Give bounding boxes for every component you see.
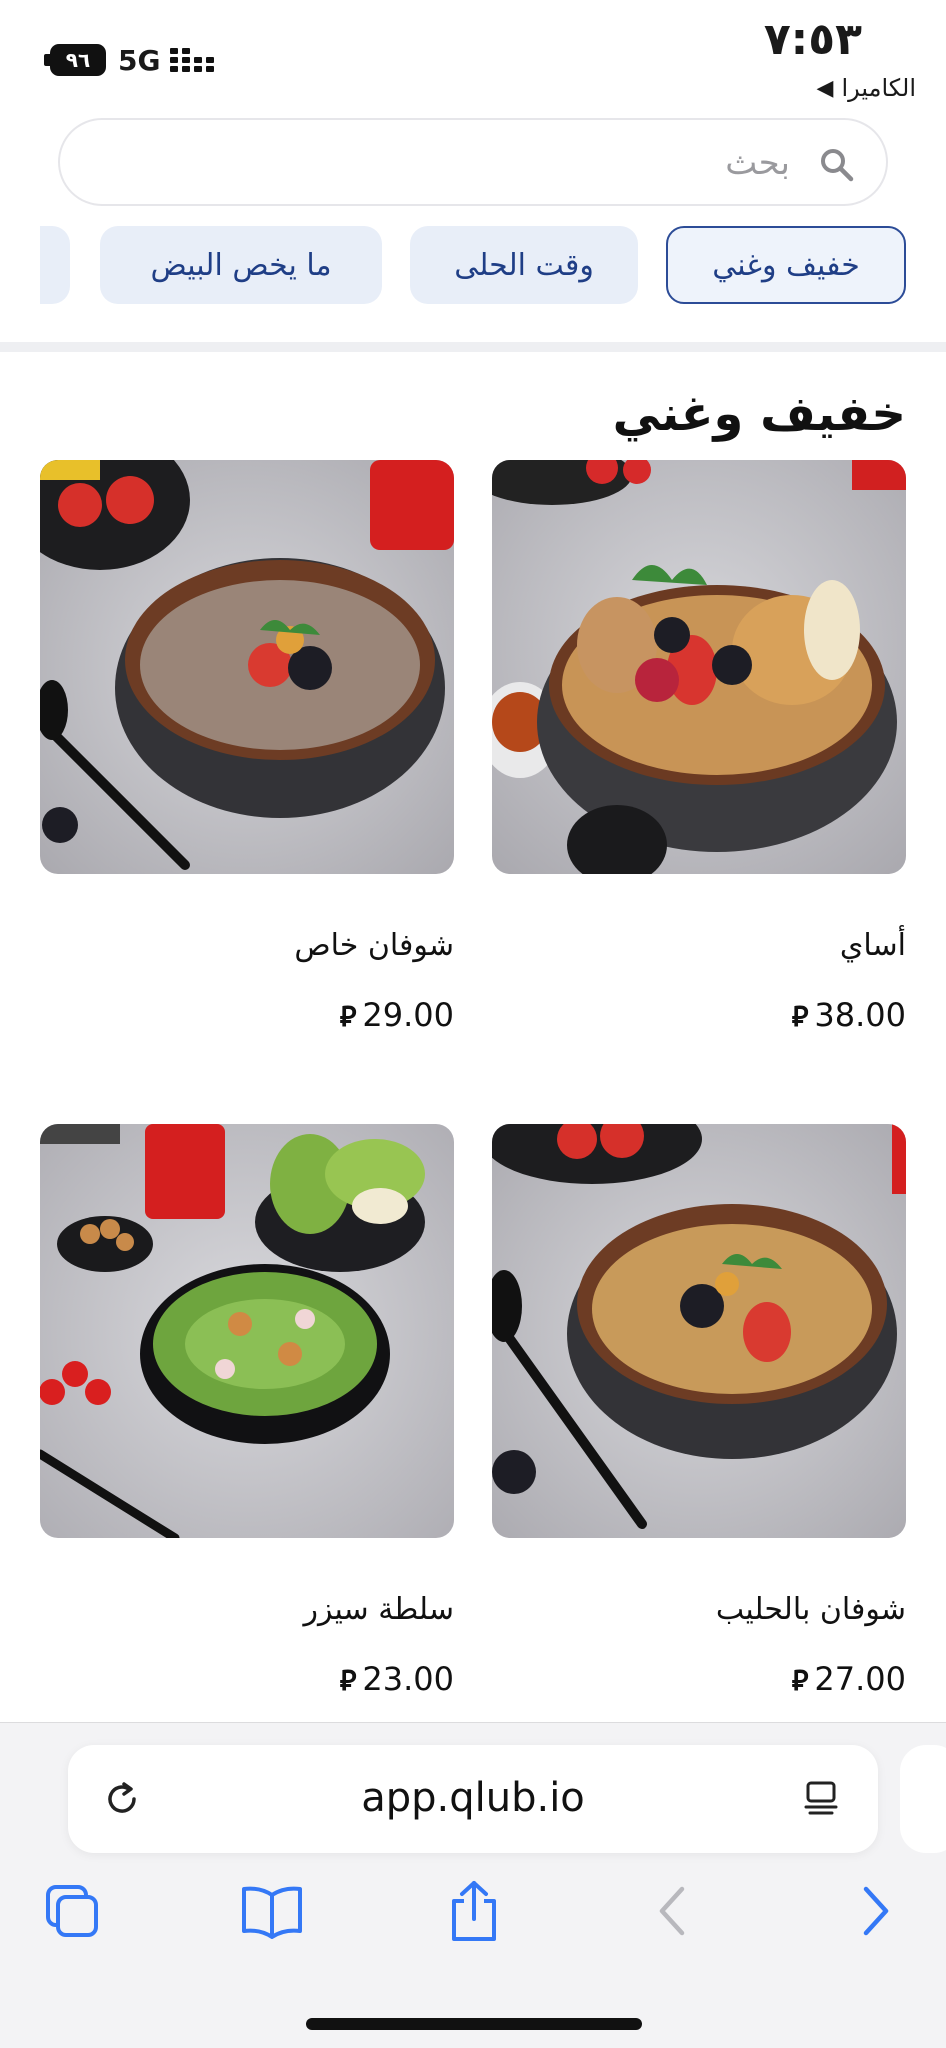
caesar-salad-bowl-image [40,1124,454,1538]
search-bar [58,118,888,206]
category-chips: خفيف وغني وقت الحلى ما يخص البيض [0,226,946,304]
address-bar[interactable]: app.qlub.io [68,1745,878,1853]
product-price: ⃁ 29.00 [340,996,454,1034]
share-button[interactable] [442,1879,506,1943]
riyal-icon: ⃁ [339,999,357,1033]
product-price: ⃁ 23.00 [340,1660,454,1698]
tabs-icon [46,1885,98,1937]
forward-icon [863,1886,889,1936]
product-price-value: 27.00 [814,1660,906,1698]
product-name: سلطة سيزر [303,1592,454,1627]
status-bar: ٧:٥٣ ◀ الكاميرا ٩٦ 5G [0,0,946,112]
riyal-icon: ⃁ [791,1663,809,1697]
forward-button[interactable] [844,1879,908,1943]
category-chip-overflow[interactable] [40,226,70,304]
back-icon [659,1886,685,1936]
share-icon [452,1881,496,1941]
browser-chrome: app.qlub.io [0,1722,946,2048]
product-card-milk-oats[interactable]: شوفان بالحليب ⃁ 27.00 [492,1124,906,1698]
product-card-special-oats[interactable]: شوفان خاص ⃁ 29.00 [40,460,454,1034]
signal-icon [170,48,214,72]
search-icon [821,149,854,182]
back-button[interactable] [640,1879,704,1943]
product-name: شوفان بالحليب [715,1592,906,1627]
home-indicator[interactable] [306,2018,642,2030]
product-card-acai[interactable]: أساي ⃁ 38.00 [492,460,906,1034]
back-triangle-icon: ◀ [816,75,834,101]
section-title: خفيف وغني [612,386,906,442]
product-price: ⃁ 27.00 [792,1660,906,1698]
back-to-camera-link[interactable]: ◀ الكاميرا [817,74,916,102]
battery-icon: ٩٦ [50,44,106,76]
tabs-button[interactable] [40,1879,104,1943]
network-type: 5G [118,44,161,77]
product-price-value: 23.00 [362,1660,454,1698]
url-text: app.qlub.io [361,1775,585,1821]
search-input[interactable] [190,138,790,188]
back-link-label: الكاميرا [841,74,916,102]
product-price: ⃁ 38.00 [792,996,906,1034]
reader-mode-icon[interactable] [800,1777,842,1819]
category-chip-dessert-time[interactable]: وقت الحلى [410,226,638,304]
section-divider [0,342,946,352]
bookmarks-button[interactable] [240,1879,304,1943]
status-time: ٧:٥٣ [763,14,862,65]
category-chip-light-rich[interactable]: خفيف وغني [666,226,906,304]
milk-oats-bowl-image [492,1124,906,1538]
next-tab-peek[interactable] [900,1745,946,1853]
product-card-caesar-salad[interactable]: سلطة سيزر ⃁ 23.00 [40,1124,454,1698]
bookmarks-icon [242,1886,302,1939]
special-oats-bowl-image [40,460,454,874]
product-name: شوفان خاص [294,928,454,963]
product-price-value: 38.00 [814,996,906,1034]
riyal-icon: ⃁ [339,1663,357,1697]
product-price-value: 29.00 [362,996,454,1034]
product-name: أساي [839,928,906,963]
riyal-icon: ⃁ [791,999,809,1033]
acai-bowl-image [492,460,906,874]
browser-toolbar [0,1879,946,1959]
category-chip-eggs[interactable]: ما يخص البيض [100,226,382,304]
